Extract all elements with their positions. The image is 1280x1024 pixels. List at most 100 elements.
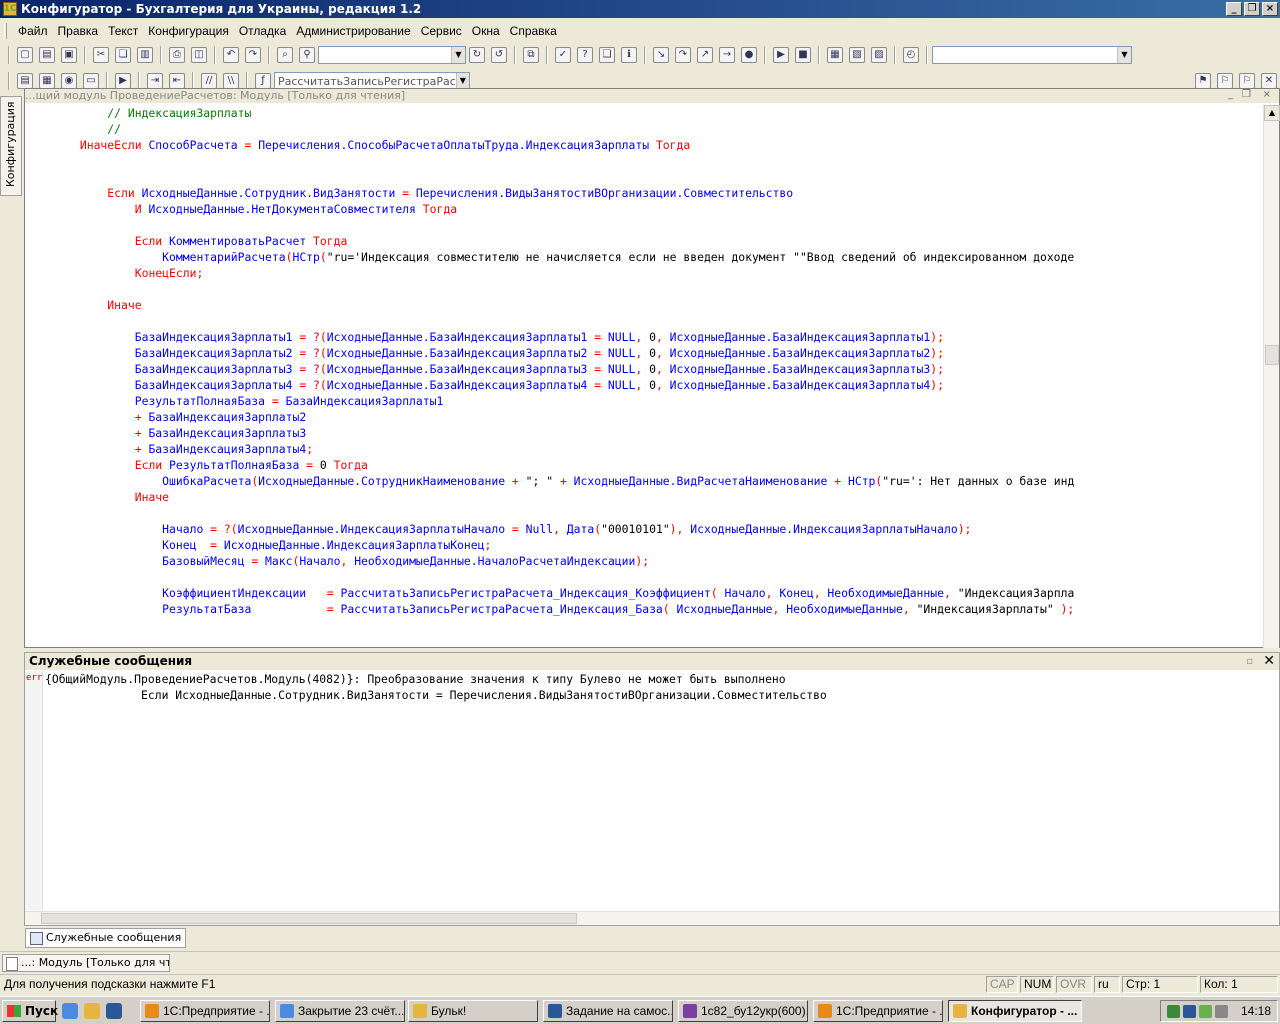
- menu-service[interactable]: Сервис: [416, 24, 467, 38]
- code-line[interactable]: //: [25, 121, 1255, 137]
- code-line[interactable]: РезультатПолнаяБаза = БазаИндексацияЗарп…: [25, 393, 1255, 409]
- code-line[interactable]: Конец = ИсходныеДанные.ИндексацияЗарплат…: [25, 537, 1255, 553]
- toolbar-combo[interactable]: ▼: [932, 46, 1132, 64]
- syntax-helper-icon[interactable]: ?: [577, 47, 593, 63]
- close-button[interactable]: ×: [1262, 2, 1278, 16]
- menu-configuration[interactable]: Конфигурация: [143, 24, 234, 38]
- taskbar-task[interactable]: 1С:Предприятие - ...: [813, 1000, 943, 1022]
- code-line[interactable]: БазаИндексацияЗарплаты1 = ?(ИсходныеДанн…: [25, 329, 1255, 345]
- chrome-icon[interactable]: [62, 1003, 78, 1019]
- new-document-icon[interactable]: ▢: [17, 47, 33, 63]
- code-line[interactable]: [25, 153, 1255, 169]
- code-line[interactable]: + БазаИндексацияЗарплаты2: [25, 409, 1255, 425]
- code-line[interactable]: [25, 217, 1255, 233]
- clear-bookmarks-icon[interactable]: ✕: [1261, 73, 1277, 89]
- find-next-icon[interactable]: ↻: [469, 47, 485, 63]
- windows-icon[interactable]: ⧉: [523, 47, 539, 63]
- editor-close-icon[interactable]: ×: [1263, 89, 1271, 100]
- code-line[interactable]: [25, 505, 1255, 521]
- folder-icon[interactable]: [84, 1003, 100, 1019]
- chevron-down-icon[interactable]: ▼: [451, 47, 465, 63]
- editor-restore-icon[interactable]: ❐: [1242, 89, 1251, 100]
- table-icon[interactable]: ▤: [17, 73, 33, 89]
- menu-debug[interactable]: Отладка: [234, 24, 291, 38]
- outdent-icon[interactable]: ⇤: [169, 73, 185, 89]
- scroll-thumb[interactable]: [41, 913, 577, 924]
- messages-body[interactable]: err {ОбщийМодуль.ПроведениеРасчетов.Моду…: [25, 671, 1279, 911]
- search-input[interactable]: ▼: [318, 46, 466, 64]
- menu-edit[interactable]: Правка: [53, 24, 104, 38]
- uncomment-icon[interactable]: \\: [223, 73, 239, 89]
- taskbar-task[interactable]: 1с82_бу12укр(600)...: [678, 1000, 808, 1022]
- taskbar-task[interactable]: 1С:Предприятие - ...: [140, 1000, 270, 1022]
- breakpoint-icon[interactable]: ●: [741, 47, 757, 63]
- code-line[interactable]: ИначеЕсли СпособРасчета = Перечисления.С…: [25, 137, 1255, 153]
- procedure-icon[interactable]: ƒ: [255, 73, 271, 89]
- next-bookmark-icon[interactable]: ⚐: [1217, 73, 1233, 89]
- messages-close-icon[interactable]: ✕: [1263, 653, 1275, 670]
- chevron-down-icon[interactable]: ▼: [1117, 47, 1131, 63]
- menu-file[interactable]: Файл: [13, 24, 53, 38]
- code-line[interactable]: Начало = ?(ИсходныеДанные.ИндексацияЗарп…: [25, 521, 1255, 537]
- copy-icon[interactable]: ❏: [115, 47, 131, 63]
- find-in-files-icon[interactable]: ⌕: [277, 47, 293, 63]
- toolbar-grip[interactable]: [8, 46, 10, 64]
- open-folder-icon[interactable]: ▤: [39, 47, 55, 63]
- code-line[interactable]: БазаИндексацияЗарплаты3 = ?(ИсходныеДанн…: [25, 361, 1255, 377]
- monitor-icon[interactable]: [1183, 1005, 1196, 1018]
- code-line[interactable]: Иначе: [25, 489, 1255, 505]
- menu-text[interactable]: Текст: [103, 24, 143, 38]
- paste-icon[interactable]: ▥: [137, 47, 153, 63]
- print-icon[interactable]: ⎙: [169, 47, 185, 63]
- scroll-thumb[interactable]: [1265, 345, 1279, 365]
- taskbar-task[interactable]: Бульк!: [408, 1000, 538, 1022]
- search-icon[interactable]: ⚲: [299, 47, 315, 63]
- code-line[interactable]: Если ИсходныеДанные.Сотрудник.ВидЗанятос…: [25, 185, 1255, 201]
- code-line[interactable]: КонецЕсли;: [25, 265, 1255, 281]
- menu-administration[interactable]: Администрирование: [291, 24, 415, 38]
- restore-button[interactable]: ❐: [1244, 2, 1260, 16]
- debug-window-icon[interactable]: ▨: [871, 47, 887, 63]
- taskbar-task[interactable]: Задание на самос...: [543, 1000, 673, 1022]
- code-line[interactable]: РезультатБаза = РассчитатьЗаписьРегистра…: [25, 601, 1255, 617]
- code-line[interactable]: БазаИндексацияЗарплаты4 = ?(ИсходныеДанн…: [25, 377, 1255, 393]
- code-line[interactable]: Если КомментироватьРасчет Тогда: [25, 233, 1255, 249]
- code-line[interactable]: [25, 313, 1255, 329]
- syntax-check-icon[interactable]: ✓: [555, 47, 571, 63]
- code-line[interactable]: КомментарийРасчета(НСтр("ru='Индексация …: [25, 249, 1255, 265]
- redo-icon[interactable]: ↷: [245, 47, 261, 63]
- code-line[interactable]: [25, 169, 1255, 185]
- code-line[interactable]: [25, 569, 1255, 585]
- message-line[interactable]: {ОбщийМодуль.ПроведениеРасчетов.Модуль(4…: [45, 671, 786, 687]
- taskbar-task[interactable]: Закрытие 23 счёт...: [275, 1000, 405, 1022]
- code-line[interactable]: + БазаИндексацияЗарплаты3: [25, 425, 1255, 441]
- indent-icon[interactable]: ⇥: [147, 73, 163, 89]
- database-icon[interactable]: ◉: [61, 73, 77, 89]
- run-to-cursor-icon[interactable]: →: [719, 47, 735, 63]
- message-line[interactable]: Если ИсходныеДанные.Сотрудник.ВидЗанятос…: [45, 687, 827, 703]
- info-icon[interactable]: ℹ: [621, 47, 637, 63]
- module-window-button[interactable]: ...: Модуль [Только для чте...: [2, 954, 170, 972]
- stop-debug-icon[interactable]: ■: [795, 47, 811, 63]
- code-line[interactable]: ОшибкаРасчета(ИсходныеДанные.СотрудникНа…: [25, 473, 1255, 489]
- module-editor[interactable]: ...щий модуль ПроведениеРасчетов: Модуль…: [24, 88, 1280, 648]
- code-line[interactable]: Иначе: [25, 297, 1255, 313]
- pin-icon[interactable]: ▫: [1246, 653, 1253, 670]
- start-debug-icon[interactable]: ▶: [773, 47, 789, 63]
- volume-icon[interactable]: [1215, 1005, 1228, 1018]
- save-icon[interactable]: ▣: [61, 47, 77, 63]
- step-into-icon[interactable]: ↘: [653, 47, 669, 63]
- code-line[interactable]: КоэффициентИндексации = РассчитатьЗапись…: [25, 585, 1255, 601]
- menu-grip[interactable]: [4, 23, 7, 39]
- code-line[interactable]: + БазаИндексацияЗарплаты4;: [25, 441, 1255, 457]
- scroll-up-icon[interactable]: ▲: [1264, 105, 1280, 121]
- step-out-icon[interactable]: ↗: [697, 47, 713, 63]
- start-button[interactable]: Пуск: [2, 1000, 58, 1022]
- timer-icon[interactable]: ◴: [903, 47, 919, 63]
- status-lang[interactable]: ru: [1094, 976, 1120, 993]
- prev-bookmark-icon[interactable]: ⚐: [1239, 73, 1255, 89]
- cut-icon[interactable]: ✂: [93, 47, 109, 63]
- editor-vertical-scrollbar[interactable]: ▲: [1263, 105, 1280, 648]
- code-line[interactable]: [25, 281, 1255, 297]
- chevron-down-icon[interactable]: ▼: [455, 73, 469, 89]
